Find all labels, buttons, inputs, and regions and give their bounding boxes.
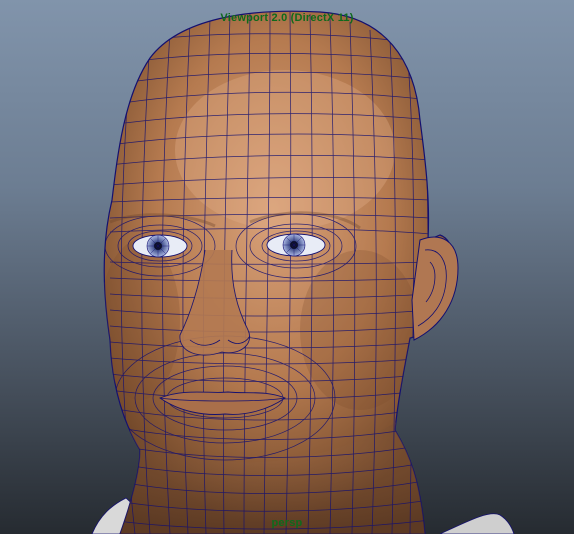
viewport-scene[interactable] [0,0,574,534]
ear-right[interactable] [411,236,459,341]
renderer-label: Viewport 2.0 (DirectX 11) [220,12,354,24]
maya-viewport[interactable]: Viewport 2.0 (DirectX 11) persp [0,0,574,534]
eye-left[interactable] [132,234,188,258]
camera-name-label: persp [271,517,303,529]
head-mesh[interactable] [100,10,456,534]
eye-right[interactable] [266,233,326,257]
